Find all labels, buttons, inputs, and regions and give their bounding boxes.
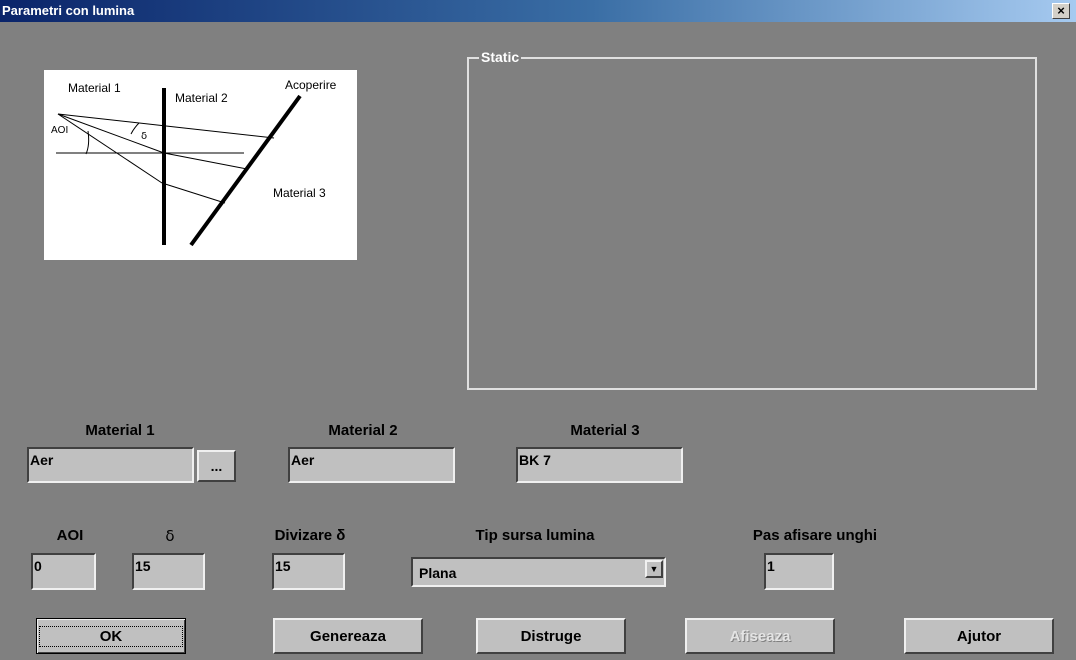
pas-field[interactable]: 1 [764, 553, 834, 590]
source-type-value: Plana [419, 565, 457, 581]
diagram-label-coating: Acoperire [285, 78, 337, 92]
delta-label: δ [165, 527, 175, 545]
divizare-field[interactable]: 15 [272, 553, 345, 590]
source-type-select[interactable]: Plana ▼ [411, 557, 666, 587]
chevron-down-icon[interactable]: ▼ [645, 560, 663, 578]
coating-line [189, 94, 302, 247]
divizare-label: Divizare δ [274, 527, 346, 544]
material3-field[interactable]: BK 7 [516, 447, 683, 483]
distruge-button[interactable]: Distruge [476, 618, 626, 654]
aoi-label: AOI [56, 527, 84, 544]
source-type-label: Tip sursa lumina [475, 527, 595, 544]
window-title: Parametri con lumina [2, 3, 135, 18]
material2-label: Material 2 [328, 422, 398, 439]
ajutor-button[interactable]: Ajutor [904, 618, 1054, 654]
material2-field[interactable]: Aer [288, 447, 455, 483]
diagram-label-material1: Material 1 [68, 81, 121, 95]
static-groupbox [467, 57, 1037, 390]
static-group-label: Static [479, 49, 522, 65]
pas-label: Pas afisare unghi [752, 527, 878, 544]
diagram-label-material2: Material 2 [175, 91, 228, 105]
close-button[interactable]: × [1052, 3, 1070, 19]
genereaza-button[interactable]: Genereaza [273, 618, 423, 654]
aoi-field[interactable]: 0 [31, 553, 96, 590]
diagram-label-material3: Material 3 [273, 186, 326, 200]
material3-label: Material 3 [570, 422, 640, 439]
delta-field[interactable]: 15 [132, 553, 205, 590]
material1-browse-button[interactable]: ... [197, 450, 236, 482]
material1-label: Material 1 [85, 422, 155, 439]
title-bar[interactable] [0, 0, 1076, 22]
diagram-label-aoi: AOI [51, 125, 68, 136]
ok-button-label: OK [38, 625, 184, 647]
diagram-label-delta: δ [141, 131, 147, 142]
optics-diagram: Material 1 Material 2 Acoperire Material… [44, 70, 357, 260]
ok-button[interactable]: OK [36, 618, 186, 654]
close-icon: × [1057, 3, 1065, 18]
material1-field[interactable]: Aer [27, 447, 194, 483]
afiseaza-button[interactable]: Afiseaza [685, 618, 835, 654]
